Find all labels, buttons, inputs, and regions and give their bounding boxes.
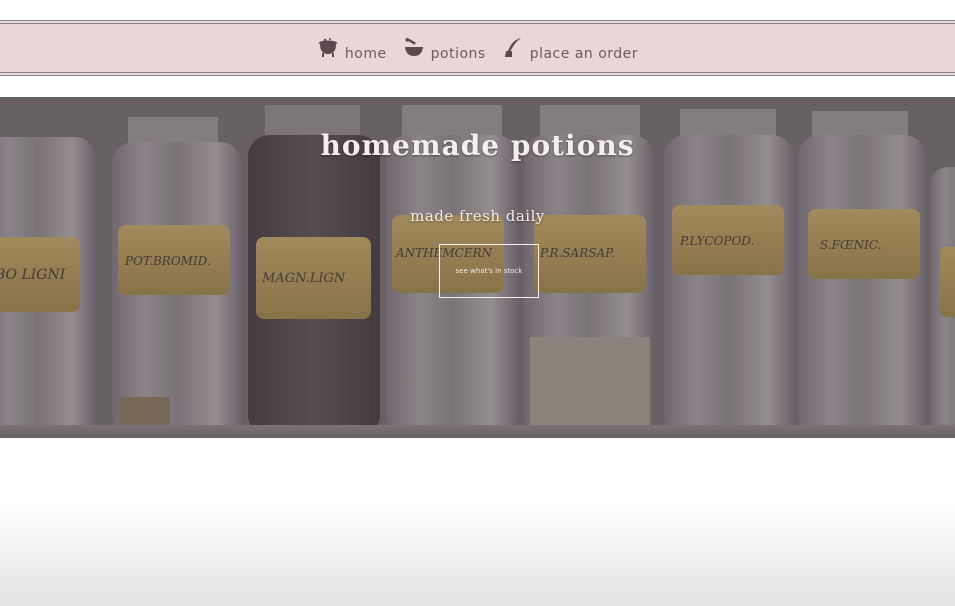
nav-item-place-an-order[interactable]: place an order bbox=[502, 37, 639, 62]
hero-subtitle: made fresh daily bbox=[410, 207, 545, 225]
nav-order-label: place an order bbox=[529, 46, 639, 62]
see-stock-button[interactable]: see what's in stock bbox=[439, 244, 539, 298]
cauldron-icon bbox=[317, 37, 339, 59]
nav-potions-label: potions bbox=[430, 46, 486, 62]
hero-title: homemade potions bbox=[320, 129, 635, 162]
nav-home-label: home bbox=[344, 46, 387, 62]
quill-icon bbox=[502, 37, 524, 59]
nav-item-home[interactable]: home bbox=[317, 37, 387, 62]
nav-item-potions[interactable]: potions bbox=[403, 37, 486, 62]
hero-banner: BO LIGNI POT.BROMID. MAGN.LIGN ANTHEMCER… bbox=[0, 97, 955, 438]
top-nav: home potions place an order bbox=[0, 20, 955, 76]
mortar-pestle-icon bbox=[403, 37, 425, 59]
